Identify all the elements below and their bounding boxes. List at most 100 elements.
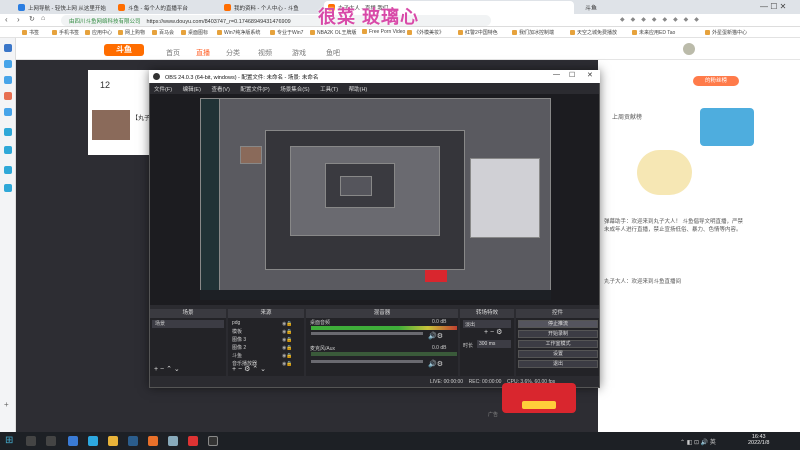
tray-icons[interactable]: ⌃ ◧ ⊡ 🔊 英 <box>680 437 716 446</box>
settings-button[interactable]: 设置 <box>518 350 598 358</box>
app-icon[interactable] <box>188 436 198 446</box>
gift-button[interactable] <box>522 401 556 409</box>
chat-icon[interactable] <box>4 128 12 136</box>
taskview-icon[interactable] <box>46 436 56 446</box>
preview-canvas[interactable] <box>200 98 551 300</box>
promo-badge[interactable] <box>700 108 754 146</box>
minimize-icon[interactable]: — <box>553 71 560 78</box>
maximize-icon[interactable]: ☐ <box>569 71 575 79</box>
bookmark-item[interactable]: 网上购物 <box>118 29 145 37</box>
source-item[interactable]: 模板 <box>232 328 242 335</box>
studio-mode-button[interactable]: 工作室模式 <box>518 340 598 348</box>
scene-item[interactable]: 场景 <box>152 320 224 328</box>
edge-app-icon[interactable] <box>88 436 98 446</box>
duration-input[interactable]: 300 ms <box>477 340 511 348</box>
close-icon[interactable]: ✕ <box>587 71 593 79</box>
source-item[interactable]: 图像 3 <box>232 336 246 343</box>
mail-icon[interactable] <box>4 92 12 100</box>
obs-menu-bar: 文件(F) 编辑(E) 查看(V) 配置文件(P) 场景集合(S) 工具(T) … <box>150 83 599 94</box>
extension-icons[interactable]: ◆◆◆◆◆◆◆◆ <box>620 16 705 23</box>
rec-time: REC: 00:00:00 <box>468 379 502 385</box>
source-item[interactable]: pdg <box>232 320 240 327</box>
stop-streaming-button[interactable]: 停止推流 <box>518 320 598 328</box>
menu-file[interactable]: 文件(F) <box>154 87 172 93</box>
refresh-icon[interactable]: ↻ <box>29 15 35 23</box>
bookmark-item[interactable]: 红警2中国特色 <box>458 29 498 37</box>
source-item[interactable]: 斗鱼 <box>232 352 242 359</box>
menu-edit[interactable]: 编辑(E) <box>183 87 201 93</box>
menu-scene-collection[interactable]: 场景集合(S) <box>280 87 309 93</box>
bookmark-item[interactable]: 应用中心 <box>85 29 112 37</box>
exit-button[interactable]: 退出 <box>518 360 598 368</box>
bookmark-item[interactable]: 天空之城免费播放 <box>570 29 617 37</box>
nav-video[interactable]: 视频 <box>258 48 272 58</box>
mute-settings-icons[interactable]: 🔊⚙ <box>428 332 443 340</box>
bookmark-item[interactable]: 手机书签 <box>52 29 79 37</box>
transition-controls[interactable]: + − ⚙ <box>484 328 502 336</box>
search-icon[interactable] <box>26 436 36 446</box>
steam-app-icon[interactable] <box>128 436 138 446</box>
calendar-icon[interactable] <box>4 166 12 174</box>
obs-title-bar: OBS 24.0.3 (64-bit, windows) - 配置文件: 未命名… <box>149 70 600 83</box>
notes-icon[interactable] <box>4 146 12 154</box>
start-recording-button[interactable]: 开始录制 <box>518 330 598 338</box>
back-icon[interactable]: ‹ <box>5 15 8 24</box>
volume-slider[interactable] <box>311 360 423 363</box>
window-controls[interactable]: — ☐ ✕ <box>760 2 786 11</box>
bookmark-item[interactable]: Win7纯净版系统 <box>217 29 260 37</box>
tab-navigation[interactable]: 上网导航 - 轻快上网 从这里开始 <box>14 1 110 14</box>
fans-rank-badge[interactable]: 的粉丝榜 <box>693 76 739 86</box>
obs-app-icon[interactable] <box>208 436 218 446</box>
streamer-avatar[interactable] <box>92 110 130 140</box>
tab-douyu[interactable]: 斗鱼 - 每个人的直播平台 <box>114 1 216 14</box>
source-item[interactable]: 图像 2 <box>232 344 246 351</box>
home-icon[interactable]: ⌂ <box>41 15 45 22</box>
nav-home[interactable]: 首页 <box>166 48 180 58</box>
clock[interactable]: 16:43 2022/1/8 <box>748 434 769 446</box>
bookmark-item[interactable]: 未来应用ED Tao <box>632 29 675 37</box>
explorer-app-icon[interactable] <box>108 436 118 446</box>
bookmark-item[interactable]: 我们加冰控制端 <box>512 29 554 37</box>
transition-select[interactable]: 淡出 <box>463 320 511 328</box>
apps-icon[interactable] <box>4 108 12 116</box>
volume-slider[interactable] <box>311 332 423 335</box>
bookmark-item[interactable]: 书签 <box>22 29 39 37</box>
transitions-dock-header: 转场特效 <box>460 309 514 318</box>
menu-help[interactable]: 帮助(H) <box>349 87 368 93</box>
nav-live[interactable]: 直播 <box>196 48 210 58</box>
bookmark-item[interactable]: Free Porn Video <box>362 29 405 37</box>
douyu-logo[interactable]: 斗鱼 <box>104 44 144 56</box>
bookmark-icon <box>458 30 463 36</box>
source-visibility-icons[interactable]: ◉🔒 ◉🔒 ◉🔒 ◉🔒 ◉🔒 ◉🔒 <box>282 320 293 368</box>
bookmark-item[interactable]: 外星蛋新猫中心 <box>705 29 747 37</box>
tab-profile[interactable]: 我的资料 - 个人中心 - 斗鱼 <box>220 1 320 14</box>
browser-app-icon[interactable] <box>68 436 78 446</box>
mascot-image <box>637 150 692 195</box>
bookmark-item[interactable]: NBA2K OL王牌版 <box>310 29 356 37</box>
start-icon[interactable]: ⊞ <box>5 435 13 446</box>
favorites-icon[interactable] <box>4 44 12 52</box>
nav-game[interactable]: 游戏 <box>292 48 306 58</box>
avatar[interactable] <box>683 43 695 55</box>
menu-profile[interactable]: 配置文件(P) <box>240 87 269 93</box>
address-bar[interactable]: 由四川斗鱼网络科技有限公司 https://www.douyu.com/84037… <box>61 15 491 26</box>
nav-category[interactable]: 分类 <box>226 48 240 58</box>
nav-yuba[interactable]: 鱼吧 <box>326 48 340 58</box>
tab-right-label[interactable]: 斗鱼 <box>585 3 597 12</box>
mute-settings-icons[interactable]: 🔊⚙ <box>428 360 443 368</box>
source-controls[interactable]: + − ⚙ ⌃ ⌄ <box>232 365 266 373</box>
forward-icon[interactable]: › <box>17 15 20 24</box>
download-icon[interactable] <box>4 76 12 84</box>
tools-icon[interactable] <box>4 184 12 192</box>
bookmark-item[interactable]: 百马会 <box>152 29 174 37</box>
menu-tools[interactable]: 工具(T) <box>320 87 338 93</box>
bookmark-item[interactable]: 《外模美妆》 <box>407 29 444 37</box>
app-icon[interactable] <box>148 436 158 446</box>
menu-view[interactable]: 查看(V) <box>211 87 229 93</box>
scene-controls[interactable]: + − ⌃ ⌄ <box>154 365 180 373</box>
bookmark-item[interactable]: 专业于Win7 <box>270 29 303 37</box>
add-icon[interactable]: + <box>4 400 9 409</box>
history-icon[interactable] <box>4 60 12 68</box>
app-icon[interactable] <box>168 436 178 446</box>
bookmark-item[interactable]: 桌面图标 <box>181 29 208 37</box>
